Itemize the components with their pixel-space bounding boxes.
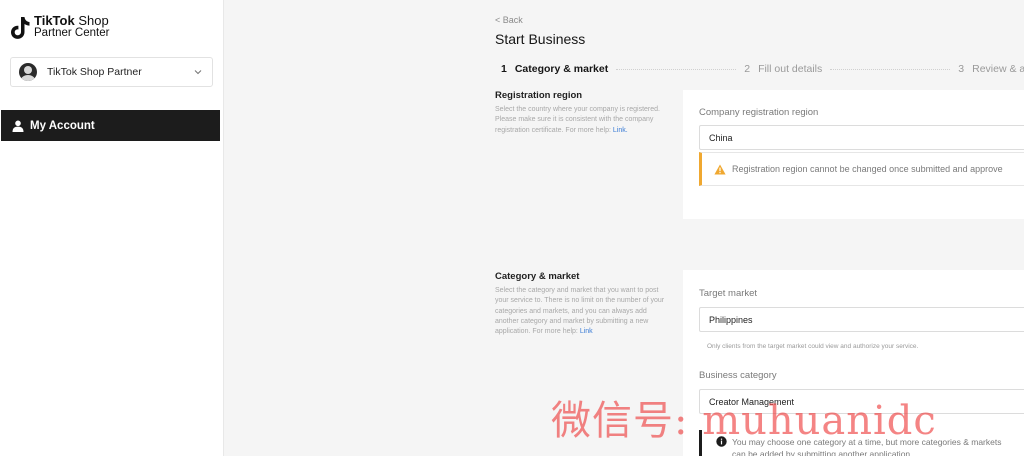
brand-line1: TikTok Shop bbox=[34, 14, 109, 27]
registration-desc-text: Select the country where your company is… bbox=[495, 106, 660, 134]
step-3-label: Review & app bbox=[972, 63, 1024, 75]
brand-shop: Shop bbox=[74, 13, 109, 28]
stepper: 1 Category & market 2 Fill out details 3… bbox=[501, 63, 1024, 75]
brand-name: TikTok bbox=[34, 13, 75, 28]
tiktok-logo-icon bbox=[11, 17, 30, 39]
user-icon bbox=[12, 120, 24, 132]
sidebar-item-my-account[interactable]: My Account bbox=[1, 110, 220, 141]
category-section-title: Category & market bbox=[495, 271, 580, 282]
page-title: Start Business bbox=[495, 31, 586, 47]
account-selector[interactable]: TikTok Shop Partner bbox=[10, 57, 213, 87]
help-link[interactable]: Link bbox=[580, 328, 593, 335]
back-link[interactable]: < Back bbox=[495, 15, 523, 25]
category-section-desc: Select the category and market that you … bbox=[495, 286, 667, 337]
avatar bbox=[19, 63, 37, 81]
account-name: TikTok Shop Partner bbox=[47, 66, 142, 78]
registration-card: Company registration region China Regist… bbox=[683, 90, 1024, 219]
registration-region-select[interactable]: China bbox=[699, 125, 1024, 150]
step-1-label: Category & market bbox=[514, 63, 609, 75]
sidebar: TikTok Shop Partner Center TikTok Shop P… bbox=[0, 0, 224, 456]
target-market-select[interactable]: Philippines bbox=[699, 307, 1024, 332]
target-market-hint: Only clients from the target market coul… bbox=[707, 343, 919, 350]
registration-section-desc: Select the country where your company is… bbox=[495, 105, 667, 136]
step-connector bbox=[616, 68, 737, 70]
warning-banner: Registration region cannot be changed on… bbox=[699, 152, 1024, 186]
help-link[interactable]: Link. bbox=[613, 127, 628, 134]
brand-subtitle: Partner Center bbox=[34, 27, 110, 39]
target-market-label: Target market bbox=[699, 288, 758, 299]
registration-region-label: Company registration region bbox=[699, 107, 819, 118]
step-connector bbox=[830, 68, 951, 70]
chevron-down-icon bbox=[194, 70, 202, 75]
watermark: 微信号: muhuanidc bbox=[551, 398, 937, 444]
registration-section-title: Registration region bbox=[495, 90, 583, 101]
sidebar-item-label: My Account bbox=[30, 119, 95, 132]
step-2-label: Fill out details bbox=[758, 63, 823, 75]
tiktok-shop-logo[interactable]: TikTok Shop Partner Center bbox=[10, 14, 109, 40]
step-2-number: 2 bbox=[744, 63, 751, 75]
business-category-label: Business category bbox=[699, 370, 777, 381]
step-3-number: 3 bbox=[958, 63, 965, 75]
warning-text: Registration region cannot be changed on… bbox=[732, 164, 1003, 174]
warning-icon bbox=[714, 164, 726, 174]
step-1-number: 1 bbox=[501, 63, 507, 75]
